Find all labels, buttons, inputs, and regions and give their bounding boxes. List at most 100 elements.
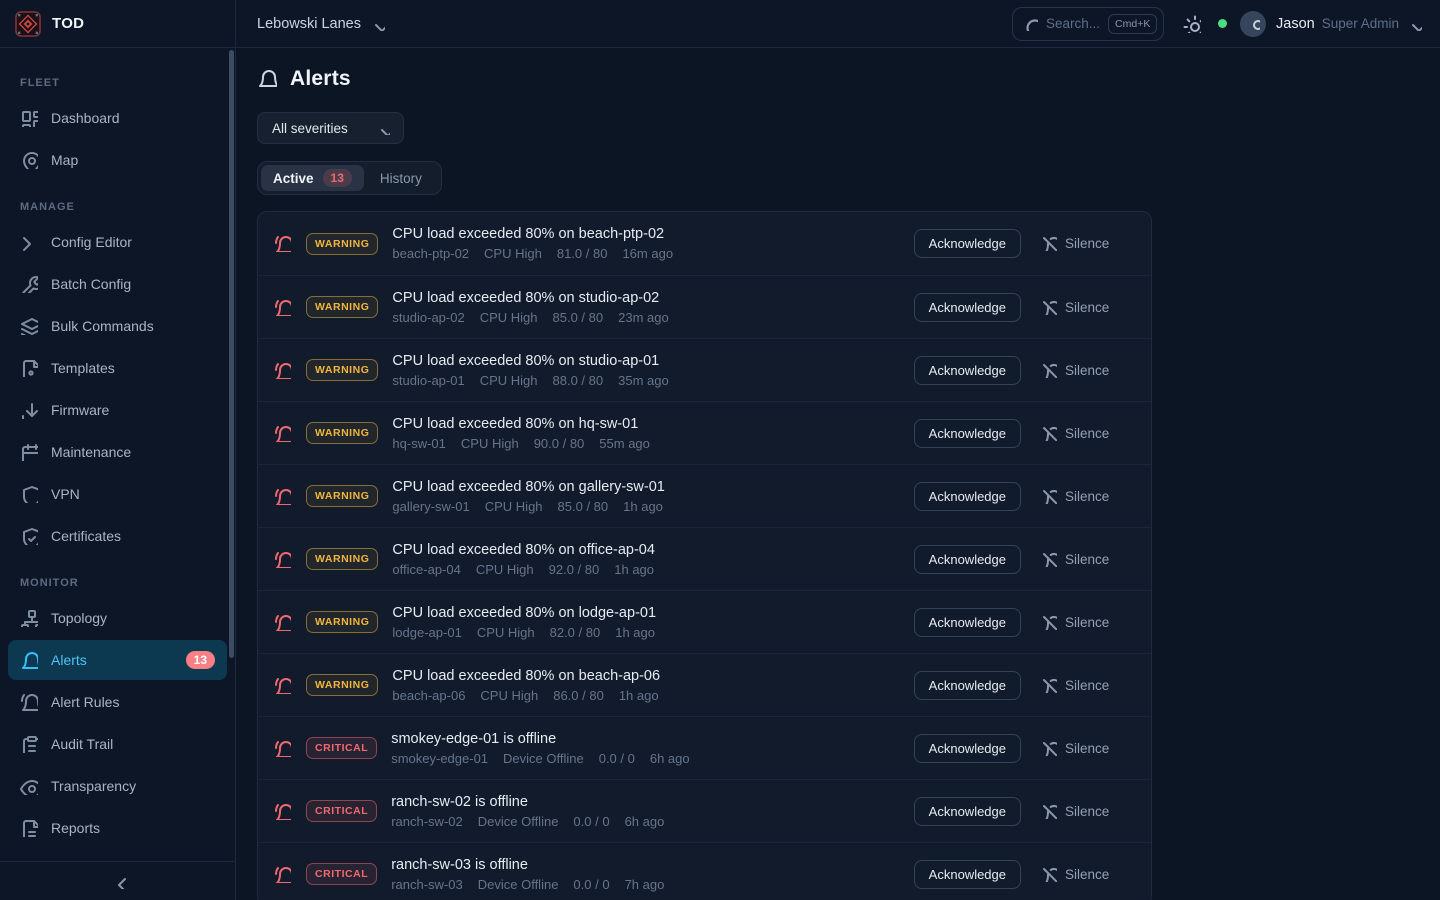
- acknowledge-button[interactable]: Acknowledge: [914, 608, 1021, 637]
- bell-off-icon: [1042, 615, 1057, 630]
- alert-age: 7h ago: [625, 877, 665, 892]
- silence-label: Silence: [1065, 552, 1109, 567]
- alert-value: 88.0 / 80: [553, 373, 604, 388]
- alert-device: gallery-sw-01: [392, 499, 469, 514]
- silence-button[interactable]: Silence: [1042, 300, 1129, 315]
- alert-age: 55m ago: [599, 436, 650, 451]
- avatar[interactable]: [1240, 11, 1266, 37]
- sidebar-item-map[interactable]: Map: [8, 140, 227, 180]
- sidebar-item-bulk-commands[interactable]: Bulk Commands: [8, 306, 227, 346]
- acknowledge-button[interactable]: Acknowledge: [914, 356, 1021, 385]
- page-title: Alerts: [290, 67, 351, 91]
- silence-button[interactable]: Silence: [1042, 804, 1129, 819]
- alert-device: beach-ptp-02: [392, 246, 469, 261]
- user-role: Super Admin: [1322, 16, 1399, 31]
- alert-age: 1h ago: [623, 499, 663, 514]
- sidebar-item-firmware[interactable]: Firmware: [8, 390, 227, 430]
- bell-ring-icon: [274, 866, 291, 883]
- sidebar-scrollbar[interactable]: [229, 50, 234, 658]
- search-input[interactable]: Search... Cmd+K: [1012, 7, 1164, 41]
- acknowledge-button[interactable]: Acknowledge: [914, 860, 1021, 889]
- alert-device: lodge-ap-01: [392, 625, 461, 640]
- alert-value: 0.0 / 0: [573, 814, 609, 829]
- silence-button[interactable]: Silence: [1042, 236, 1129, 251]
- alert-value: 82.0 / 80: [550, 625, 601, 640]
- silence-button[interactable]: Silence: [1042, 552, 1129, 567]
- sidebar: FLEET Dashboard Map MANAGE Config Editor…: [0, 48, 236, 900]
- silence-label: Silence: [1065, 804, 1109, 819]
- sidebar-item-config-editor[interactable]: Config Editor: [8, 222, 227, 262]
- layers-icon: [20, 317, 38, 335]
- sidebar-item-transparency[interactable]: Transparency: [8, 766, 227, 806]
- severity-filter-dropdown[interactable]: All severities: [257, 112, 404, 144]
- acknowledge-button[interactable]: Acknowledge: [914, 229, 1021, 258]
- acknowledge-button[interactable]: Acknowledge: [914, 734, 1021, 763]
- silence-button[interactable]: Silence: [1042, 426, 1129, 441]
- acknowledge-button[interactable]: Acknowledge: [914, 482, 1021, 511]
- sidebar-item-batch-config[interactable]: Batch Config: [8, 264, 227, 304]
- silence-button[interactable]: Silence: [1042, 741, 1129, 756]
- bell-ring-icon: [274, 235, 291, 252]
- user-icon: [1246, 17, 1260, 31]
- silence-label: Silence: [1065, 741, 1109, 756]
- alert-device: ranch-sw-02: [391, 814, 463, 829]
- search-shortcut-chip: Cmd+K: [1108, 14, 1157, 34]
- bell-off-icon: [1042, 741, 1057, 756]
- tab-history[interactable]: History: [364, 171, 438, 186]
- alert-device: office-ap-04: [392, 562, 460, 577]
- active-count-badge: 13: [323, 169, 352, 187]
- sidebar-item-topology[interactable]: Topology: [8, 598, 227, 638]
- alert-value: 85.0 / 80: [553, 310, 604, 325]
- severity-badge: CRITICAL: [306, 737, 377, 759]
- connection-status-dot: [1218, 19, 1227, 28]
- alert-title: ranch-sw-03 is offline: [391, 857, 664, 873]
- silence-button[interactable]: Silence: [1042, 489, 1129, 504]
- sidebar-item-alert-rules[interactable]: Alert Rules: [8, 682, 227, 722]
- bell-off-icon: [1042, 300, 1057, 315]
- alert-title: ranch-sw-02 is offline: [391, 794, 664, 810]
- alert-row: CRITICAL smokey-edge-01 is offline smoke…: [258, 716, 1151, 779]
- severity-badge: WARNING: [306, 674, 378, 696]
- severity-badge: WARNING: [306, 296, 378, 318]
- sidebar-item-maintenance[interactable]: Maintenance: [8, 432, 227, 472]
- sidebar-item-vpn[interactable]: VPN: [8, 474, 227, 514]
- silence-button[interactable]: Silence: [1042, 363, 1129, 378]
- alert-age: 1h ago: [614, 562, 654, 577]
- sidebar-item-audit-trail[interactable]: Audit Trail: [8, 724, 227, 764]
- sidebar-item-templates[interactable]: Templates: [8, 348, 227, 388]
- acknowledge-button[interactable]: Acknowledge: [914, 545, 1021, 574]
- acknowledge-button[interactable]: Acknowledge: [914, 419, 1021, 448]
- severity-badge: WARNING: [306, 485, 378, 507]
- theme-toggle-button[interactable]: [1183, 15, 1201, 33]
- sidebar-section: FLEET Dashboard Map: [0, 58, 235, 180]
- silence-label: Silence: [1065, 867, 1109, 882]
- alert-type: CPU High: [484, 246, 542, 261]
- bell-off-icon: [1042, 236, 1057, 251]
- org-switcher[interactable]: Lebowski Lanes: [257, 16, 385, 32]
- section-label: MONITOR: [0, 558, 235, 596]
- section-items: Dashboard Map: [0, 98, 235, 180]
- alert-row: WARNING CPU load exceeded 80% on hq-sw-0…: [258, 401, 1151, 464]
- sidebar-item-alerts[interactable]: Alerts 13: [8, 640, 227, 680]
- tab-active-label: Active: [273, 171, 314, 186]
- acknowledge-button[interactable]: Acknowledge: [914, 293, 1021, 322]
- silence-button[interactable]: Silence: [1042, 867, 1129, 882]
- silence-button[interactable]: Silence: [1042, 678, 1129, 693]
- bell-ring-icon: [20, 693, 38, 711]
- sidebar-item-dashboard[interactable]: Dashboard: [8, 98, 227, 138]
- bell-ring-icon: [274, 614, 291, 631]
- acknowledge-button[interactable]: Acknowledge: [914, 671, 1021, 700]
- bell-off-icon: [1042, 678, 1057, 693]
- acknowledge-button[interactable]: Acknowledge: [914, 797, 1021, 826]
- sidebar-item-certificates[interactable]: Certificates: [8, 516, 227, 556]
- user-menu-button[interactable]: [1407, 16, 1422, 31]
- tab-active[interactable]: Active 13: [261, 165, 364, 191]
- sidebar-item-label: Transparency: [51, 778, 136, 794]
- sidebar-item-reports[interactable]: Reports: [8, 808, 227, 848]
- sidebar-item-label: Bulk Commands: [51, 318, 154, 334]
- terminal-icon: [20, 233, 38, 251]
- silence-button[interactable]: Silence: [1042, 615, 1129, 630]
- bell-ring-icon: [274, 677, 291, 694]
- sidebar-collapse-button[interactable]: [0, 861, 235, 900]
- brand: TOD: [0, 0, 236, 47]
